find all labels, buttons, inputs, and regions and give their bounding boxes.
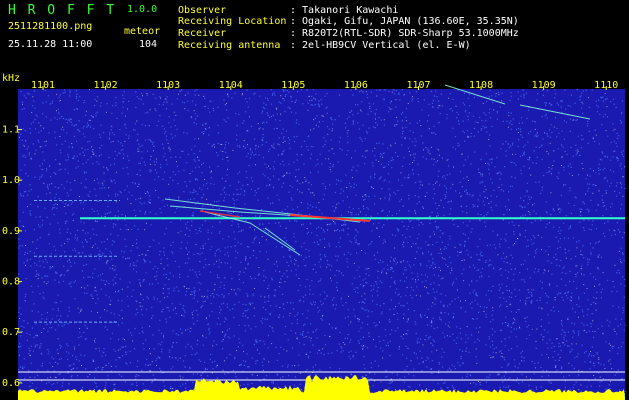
spectrogram-panel: 1.1 1.0 0.9 0.8 0.7 0.6 1101 1102 1103 1104 1105 11… — [0, 75, 629, 400]
y-tick-label-1.1: 1.1 — [2, 125, 20, 136]
x-tick-label-1104: 1104 — [219, 80, 243, 91]
y-tick-label-0.8: 0.8 — [2, 277, 20, 288]
x-tick-label-1110: 1110 — [594, 80, 618, 91]
y-tick-label-0.7: 0.7 — [2, 327, 20, 338]
mode-label: meteor — [124, 26, 161, 37]
info-label-observer: Observer — [178, 5, 227, 16]
info-label-location: Receiving Location — [178, 16, 287, 27]
x-tick-label-1102: 1102 — [94, 80, 118, 91]
file-name: 2511281100.png — [8, 21, 93, 32]
x-tick-label-1101: 1101 — [31, 80, 55, 91]
info-label-receiver: Receiver — [178, 28, 227, 39]
y-tick-label-0.6: 0.6 — [2, 378, 20, 389]
app-title: H R O F F T — [8, 3, 117, 18]
header-panel: H R O F F T 1.0.0 2511281100.png meteor … — [0, 0, 629, 84]
y-tick-label-0.9: 0.9 — [2, 226, 20, 237]
info-value-receiver: : R820T2(RTL-SDR) SDR-Sharp 53.1000MHz — [290, 28, 519, 39]
timestamp: 25.11.28 11:00 — [8, 39, 93, 50]
x-tick-label-1105: 1105 — [281, 80, 305, 91]
x-tick-label-1107: 1107 — [406, 80, 430, 91]
meteor-count: 104 — [139, 39, 158, 50]
info-label-antenna: Receiving antenna — [178, 40, 281, 51]
x-tick-label-1109: 1109 — [532, 80, 556, 91]
y-tick-label-1.0: 1.0 — [2, 175, 20, 186]
x-tick-label-1103: 1103 — [156, 80, 180, 91]
app-version: 1.0.0 — [127, 4, 158, 15]
info-value-antenna: : 2el-HB9CV Vertical (el. E-W) — [290, 40, 471, 51]
x-tick-label-1108: 1108 — [469, 80, 493, 91]
info-value-location: : Ogaki, Gifu, JAPAN (136.60E, 35.35N) — [290, 16, 519, 27]
info-value-observer: : Takanori Kawachi — [290, 5, 399, 16]
hroffft-window: H R O F F T 1.0.0 2511281100.png meteor … — [0, 0, 629, 400]
x-tick-label-1106: 1106 — [344, 80, 368, 91]
spectrogram-chart: 1.1 1.0 0.9 0.8 0.7 0.6 1101 1102 1103 1104 1105 11… — [2, 80, 627, 400]
